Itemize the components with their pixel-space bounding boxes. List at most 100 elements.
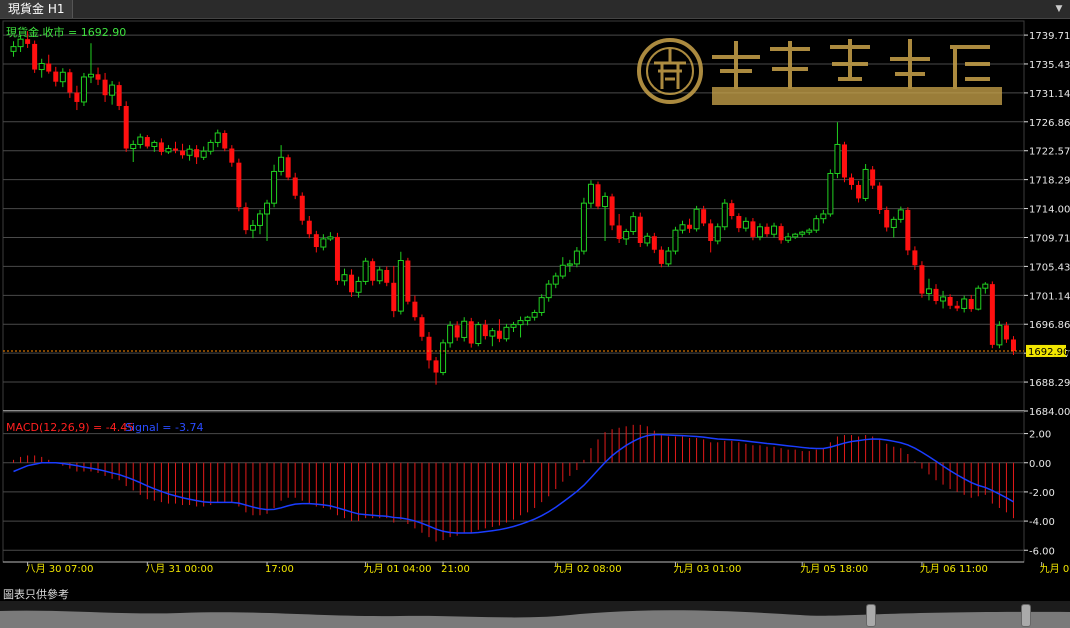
candle-body bbox=[475, 324, 482, 345]
chevron-down-icon[interactable]: ▼ bbox=[1052, 2, 1066, 16]
x-tick-label: 八月 31 00:00 bbox=[145, 563, 213, 575]
x-tick-label: 九月 02 08:00 bbox=[554, 563, 622, 575]
price-tick-label: 1731.14 bbox=[1029, 89, 1070, 100]
candle-body bbox=[292, 177, 298, 196]
candle-body bbox=[320, 238, 327, 248]
candle-body bbox=[405, 260, 411, 302]
candle-body bbox=[820, 213, 827, 220]
price-tick-label: 1718.29 bbox=[1029, 176, 1070, 187]
candle-body bbox=[489, 330, 496, 337]
candle-body bbox=[53, 71, 59, 82]
candle-body bbox=[1010, 339, 1016, 351]
candle-body bbox=[32, 43, 38, 70]
candle-body bbox=[25, 39, 31, 44]
candle-body bbox=[630, 216, 637, 233]
candle-body bbox=[616, 225, 622, 239]
candle-body bbox=[799, 231, 806, 235]
signal-title: Signal = -3.74 bbox=[125, 421, 203, 434]
candle-body bbox=[1003, 325, 1009, 340]
macd-tick-label: 0.00 bbox=[1029, 459, 1051, 470]
candle-body bbox=[194, 149, 200, 158]
candle-body bbox=[954, 305, 960, 309]
candle-body bbox=[679, 224, 686, 231]
candle-body bbox=[721, 202, 728, 228]
title-bar: 現貨金 H1 ▼ bbox=[0, 0, 1070, 19]
price-tick-label: 1722.57 bbox=[1029, 147, 1070, 158]
candle-body bbox=[207, 141, 214, 152]
candle-body bbox=[623, 231, 630, 240]
candle-body bbox=[313, 234, 319, 248]
candle-body bbox=[186, 148, 193, 156]
candle-body bbox=[370, 261, 376, 281]
candle-body bbox=[573, 250, 580, 265]
candle-body bbox=[214, 132, 221, 143]
candle-body bbox=[856, 184, 862, 199]
chart-tab[interactable]: 現貨金 H1 bbox=[0, 0, 74, 18]
candle-body bbox=[454, 325, 460, 338]
candle-body bbox=[827, 172, 834, 215]
candle-body bbox=[249, 224, 256, 231]
candle-body bbox=[771, 225, 778, 235]
macd-tick-label: 2.00 bbox=[1029, 430, 1051, 441]
price-tick-label: 1714.00 bbox=[1029, 205, 1070, 216]
candle-body bbox=[355, 280, 362, 293]
candle-body bbox=[130, 143, 137, 150]
candle-body bbox=[362, 260, 369, 282]
candle-body bbox=[109, 84, 116, 96]
candle-body bbox=[95, 74, 101, 80]
candle-body bbox=[440, 342, 447, 374]
x-tick-label: 17:00 bbox=[265, 564, 294, 575]
candle-body bbox=[10, 46, 17, 52]
candle-body bbox=[919, 265, 925, 294]
candle-body bbox=[327, 236, 334, 240]
candle-body bbox=[74, 92, 80, 102]
price-tick-label: 1705.43 bbox=[1029, 262, 1070, 273]
candle-body bbox=[243, 207, 249, 231]
candle-body bbox=[87, 73, 94, 78]
price-tick-label: 1701.14 bbox=[1029, 291, 1070, 302]
candle-body bbox=[559, 264, 566, 277]
candle-body bbox=[665, 250, 672, 265]
candle-body bbox=[933, 288, 939, 302]
x-tick-label: 八月 30 07:00 bbox=[26, 563, 94, 575]
price-panel bbox=[2, 20, 1025, 412]
candle-body bbox=[637, 216, 643, 243]
candle-body bbox=[729, 203, 735, 216]
candle-body bbox=[877, 185, 883, 210]
candle-body bbox=[433, 360, 439, 373]
scroll-handle-left[interactable] bbox=[866, 604, 876, 627]
candle-body bbox=[468, 321, 474, 344]
price-tick-label: 1684.00 bbox=[1029, 407, 1070, 418]
candle-body bbox=[80, 76, 87, 103]
price-tick-label: 1688.29 bbox=[1029, 378, 1070, 389]
candle-body bbox=[996, 324, 1003, 346]
candle-body bbox=[447, 324, 454, 344]
candle-body bbox=[165, 148, 172, 153]
candle-body bbox=[651, 236, 657, 250]
candle-body bbox=[905, 209, 911, 251]
candle-body bbox=[658, 249, 664, 264]
candle-body bbox=[256, 213, 263, 226]
disclaimer-label: 圖表只供參考 bbox=[3, 588, 69, 601]
candle-body bbox=[151, 141, 158, 147]
x-tick-label: 21:00 bbox=[441, 564, 470, 575]
candle-body bbox=[580, 202, 587, 252]
candle-body bbox=[884, 209, 890, 228]
candle-body bbox=[687, 224, 693, 229]
candle-body bbox=[961, 298, 968, 309]
scroll-handle-right[interactable] bbox=[1021, 604, 1031, 627]
chart-scrollbar[interactable] bbox=[0, 601, 1070, 628]
macd-tick-label: -6.00 bbox=[1029, 546, 1055, 557]
x-tick-label: 九月 07 04:00 bbox=[1040, 563, 1070, 575]
macd-tick-label: -2.00 bbox=[1029, 488, 1055, 499]
candle-body bbox=[968, 298, 974, 310]
candle-body bbox=[538, 297, 545, 313]
candle-body bbox=[299, 195, 305, 221]
candle-body bbox=[376, 269, 383, 282]
candle-body bbox=[236, 162, 242, 208]
candle-body bbox=[609, 196, 615, 226]
candle-body bbox=[517, 320, 524, 326]
candle-body bbox=[644, 235, 651, 244]
candle-body bbox=[912, 250, 918, 266]
candle-body bbox=[813, 218, 820, 231]
